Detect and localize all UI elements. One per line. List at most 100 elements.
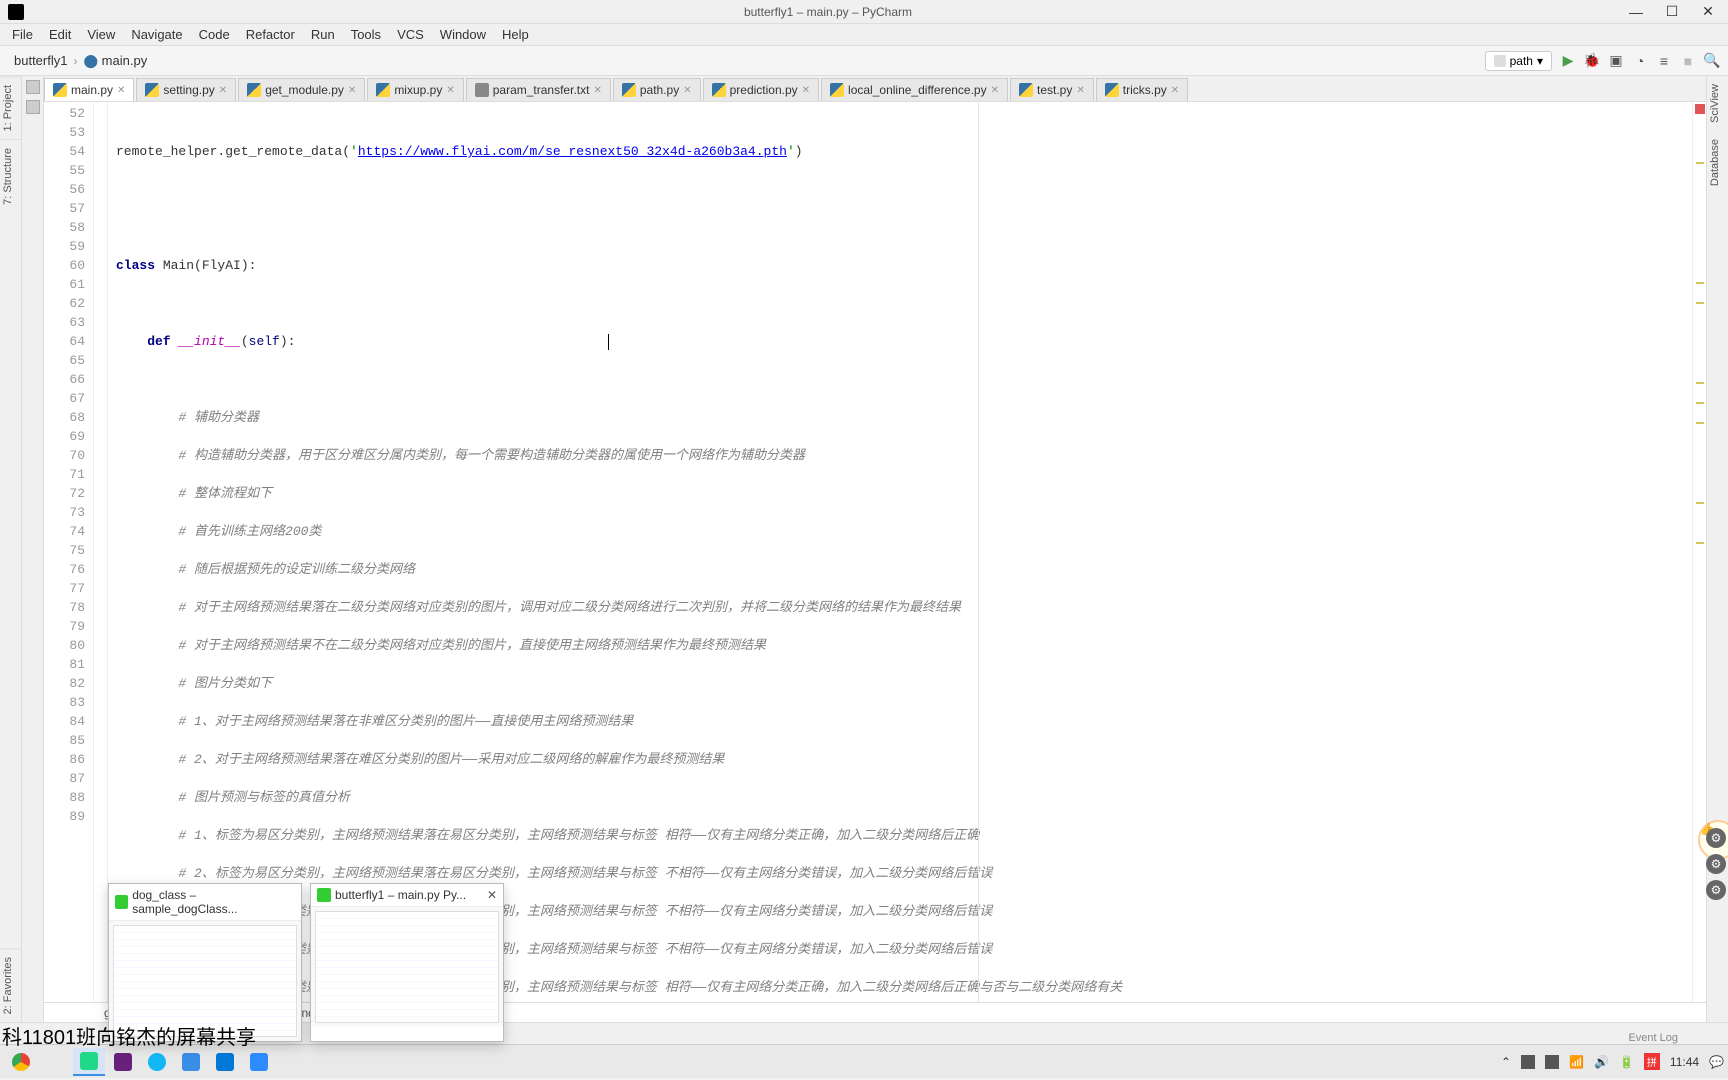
editor-tab-tricks[interactable]: tricks.py✕ bbox=[1096, 78, 1188, 101]
warning-mark[interactable] bbox=[1696, 382, 1704, 384]
menu-code[interactable]: Code bbox=[191, 25, 238, 44]
tray-app-icon[interactable] bbox=[1521, 1055, 1535, 1069]
tool-tab-sciview[interactable]: SciView bbox=[1707, 76, 1728, 131]
warning-mark[interactable] bbox=[1696, 402, 1704, 404]
editor-tab-test[interactable]: test.py✕ bbox=[1010, 78, 1094, 101]
navigation-bar: butterfly1 › ⬤ main.py path ▾ ▶ 🐞 ▣ ◔ ≡ … bbox=[0, 46, 1728, 76]
visualstudio-icon bbox=[114, 1053, 132, 1071]
warning-mark[interactable] bbox=[1696, 502, 1704, 504]
menu-edit[interactable]: Edit bbox=[41, 25, 79, 44]
editor-tab-prediction[interactable]: prediction.py✕ bbox=[703, 78, 819, 101]
python-file-icon bbox=[622, 83, 636, 97]
maximize-button[interactable]: ☐ bbox=[1660, 2, 1684, 22]
close-button[interactable]: ✕ bbox=[1696, 2, 1720, 22]
notifications-icon[interactable]: 💬 bbox=[1709, 1055, 1724, 1069]
breadcrumb-project[interactable]: butterfly1 bbox=[8, 51, 73, 70]
fold-gutter[interactable] bbox=[94, 102, 108, 1002]
menu-file[interactable]: File bbox=[4, 25, 41, 44]
clock[interactable]: 11:44 bbox=[1670, 1055, 1699, 1069]
menu-tools[interactable]: Tools bbox=[343, 25, 389, 44]
close-icon[interactable]: ✕ bbox=[446, 85, 454, 96]
warning-mark[interactable] bbox=[1696, 542, 1704, 544]
config-icon bbox=[1494, 55, 1506, 67]
close-icon[interactable]: ✕ bbox=[593, 85, 601, 96]
tool-tab-project[interactable]: 1: Project bbox=[0, 76, 21, 139]
menu-vcs[interactable]: VCS bbox=[389, 25, 432, 44]
menu-view[interactable]: View bbox=[79, 25, 123, 44]
close-icon[interactable]: ✕ bbox=[1076, 85, 1084, 96]
warning-mark[interactable] bbox=[1696, 282, 1704, 284]
warning-mark[interactable] bbox=[1696, 422, 1704, 424]
stop-icon[interactable]: ■ bbox=[1680, 53, 1696, 69]
warning-mark[interactable] bbox=[1696, 162, 1704, 164]
left-nav-stripe bbox=[22, 76, 44, 1022]
error-stripe[interactable] bbox=[1692, 102, 1706, 1002]
battery-icon[interactable]: 🔋 bbox=[1619, 1055, 1634, 1069]
editor-tab-path[interactable]: path.py✕ bbox=[613, 78, 701, 101]
warning-mark[interactable] bbox=[1696, 302, 1704, 304]
menu-help[interactable]: Help bbox=[494, 25, 537, 44]
python-file-icon bbox=[1019, 83, 1033, 97]
screen-share-banner: 科11801班向铭杰的屏幕共享 bbox=[0, 1019, 258, 1052]
analysis-status-icon[interactable] bbox=[1695, 104, 1705, 114]
minimize-button[interactable]: — bbox=[1624, 2, 1648, 22]
tray-app-icon[interactable] bbox=[1545, 1055, 1559, 1069]
code-content[interactable]: remote_helper.get_remote_data('https://w… bbox=[108, 102, 1692, 1002]
pycharm-icon bbox=[80, 1052, 98, 1070]
gear-icon[interactable]: ⚙ bbox=[1706, 880, 1726, 900]
editor-tab-param-transfer[interactable]: param_transfer.txt✕ bbox=[466, 78, 611, 101]
zoom-icon bbox=[250, 1053, 268, 1071]
vscode-icon bbox=[216, 1053, 234, 1071]
preview-card-butterfly[interactable]: butterfly1 – main.py Py... ✕ bbox=[310, 883, 504, 1042]
event-log-label[interactable]: Event Log bbox=[1628, 1032, 1678, 1044]
close-icon[interactable]: ✕ bbox=[348, 85, 356, 96]
coverage-icon[interactable]: ▣ bbox=[1608, 53, 1624, 69]
run-icon[interactable]: ▶ bbox=[1560, 53, 1576, 69]
main-area: 1: Project 7: Structure 2: Favorites mai… bbox=[0, 76, 1728, 1022]
preview-title: dog_class – sample_dogClass... bbox=[132, 888, 295, 916]
search-everywhere-icon[interactable]: 🔍 bbox=[1704, 53, 1720, 69]
gear-icon[interactable]: ⚙ bbox=[1706, 854, 1726, 874]
close-icon[interactable]: ✕ bbox=[683, 85, 691, 96]
close-icon[interactable]: ✕ bbox=[1171, 85, 1179, 96]
run-config-selector[interactable]: path ▾ bbox=[1485, 51, 1552, 71]
tool-tab-structure[interactable]: 7: Structure bbox=[0, 139, 21, 213]
debug-icon[interactable]: 🐞 bbox=[1584, 53, 1600, 69]
breadcrumb-file[interactable]: ⬤ main.py bbox=[77, 51, 153, 71]
close-icon[interactable]: ✕ bbox=[991, 85, 999, 96]
preview-close-icon[interactable]: ✕ bbox=[487, 888, 497, 902]
editor-tab-local-online-diff[interactable]: local_online_difference.py✕ bbox=[821, 78, 1008, 101]
app-icon bbox=[46, 1053, 64, 1071]
floating-controls: ⚙ ⚙ ⚙ bbox=[1706, 828, 1726, 900]
folder-icon[interactable] bbox=[26, 100, 40, 114]
volume-icon[interactable]: 🔊 bbox=[1594, 1055, 1609, 1069]
network-icon[interactable]: 📶 bbox=[1569, 1055, 1584, 1069]
python-file-icon bbox=[830, 83, 844, 97]
close-icon[interactable]: ✕ bbox=[117, 85, 125, 96]
close-icon[interactable]: ✕ bbox=[219, 85, 227, 96]
tool-tab-database[interactable]: Database bbox=[1707, 131, 1728, 194]
window-title: butterfly1 – main.py – PyCharm bbox=[32, 5, 1624, 19]
close-icon[interactable]: ✕ bbox=[802, 85, 810, 96]
preview-title: butterfly1 – main.py Py... bbox=[335, 888, 466, 902]
editor-tabs: main.py✕ setting.py✕ get_module.py✕ mixu… bbox=[44, 76, 1706, 102]
editor-tab-setting[interactable]: setting.py✕ bbox=[136, 78, 236, 101]
menu-window[interactable]: Window bbox=[432, 25, 494, 44]
tool-tab-favorites[interactable]: 2: Favorites bbox=[0, 948, 21, 1022]
editor-tab-main[interactable]: main.py✕ bbox=[44, 78, 134, 101]
text-file-icon bbox=[475, 83, 489, 97]
system-tray: ⌃ 📶 🔊 🔋 拼 11:44 💬 bbox=[1501, 1053, 1724, 1070]
concurrency-icon[interactable]: ≡ bbox=[1656, 53, 1672, 69]
menu-navigate[interactable]: Navigate bbox=[123, 25, 190, 44]
code-editor[interactable]: 5253545556575859606162636465666768697071… bbox=[44, 102, 1706, 1002]
tray-expand-icon[interactable]: ⌃ bbox=[1501, 1055, 1511, 1069]
menu-refactor[interactable]: Refactor bbox=[238, 25, 303, 44]
ime-icon[interactable]: 拼 bbox=[1644, 1053, 1660, 1070]
gear-icon[interactable]: ⚙ bbox=[1706, 828, 1726, 848]
menu-run[interactable]: Run bbox=[303, 25, 343, 44]
profile-icon[interactable]: ◔ bbox=[1632, 53, 1648, 69]
editor-tab-get-module[interactable]: get_module.py✕ bbox=[238, 78, 365, 101]
editor-tab-mixup[interactable]: mixup.py✕ bbox=[367, 78, 463, 101]
check-icon bbox=[182, 1053, 200, 1071]
project-icon[interactable] bbox=[26, 80, 40, 94]
